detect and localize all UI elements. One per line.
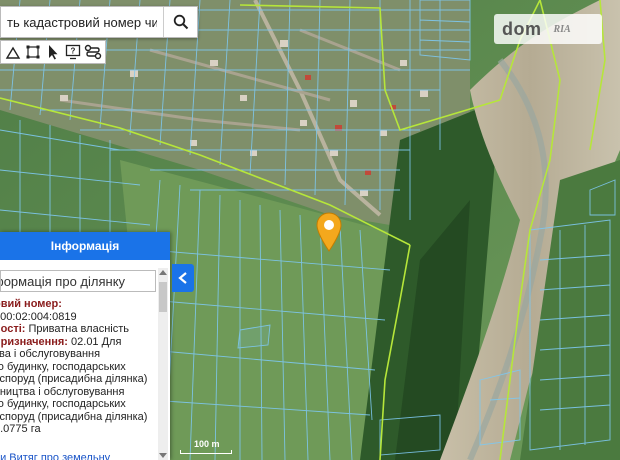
- parcel-attribute-row: і споруд (присадибна ділянка): [0, 373, 156, 386]
- location-marker-icon[interactable]: [316, 212, 342, 252]
- parcel-attribute-row: ності: Приватна власність: [0, 323, 156, 336]
- info-panel: Інформація формація про ділянку овий ном…: [0, 232, 170, 460]
- ruler-tool[interactable]: [3, 42, 23, 62]
- chevron-left-icon: [178, 272, 187, 284]
- cursor-icon: [49, 45, 58, 60]
- parcel-attributes: овий номер:800:02:004:0819ності: Приватн…: [0, 298, 156, 436]
- parcel-attribute-row: овий номер:: [0, 298, 156, 311]
- scroll-up-arrow-icon[interactable]: [159, 270, 167, 275]
- attribute-value: 0.0775 га: [0, 423, 41, 435]
- parcel-attribute-row: призначення: 02.01 Для: [0, 336, 156, 349]
- cursor-tool[interactable]: [43, 42, 63, 62]
- search-input[interactable]: [1, 7, 163, 37]
- attribute-value: го будинку, господарських: [0, 398, 126, 410]
- attribute-value: і споруд (присадибна ділянка): [0, 373, 148, 385]
- attribute-value: 02.01 Для: [67, 335, 122, 348]
- info-monitor-icon: ?: [65, 44, 81, 60]
- scroll-thumb[interactable]: [159, 282, 167, 312]
- polygon-select-tool[interactable]: [23, 42, 43, 62]
- polygon-select-icon: [26, 45, 40, 59]
- svg-text:?: ?: [71, 47, 76, 56]
- magnifier-icon: [173, 14, 188, 30]
- cadastral-search: [0, 6, 198, 38]
- parcel-info-title: формація про ділянку: [0, 270, 156, 292]
- attribute-value: 800:02:004:0819: [0, 310, 77, 323]
- scroll-down-arrow-icon[interactable]: [159, 453, 167, 458]
- attribute-value: тва і обслуговування: [0, 348, 101, 360]
- parcel-attribute-row: і споруд (присадибна ділянка): [0, 411, 156, 424]
- logo-brand: dom: [502, 18, 542, 39]
- parcel-attribute-row: тва і обслуговування: [0, 348, 156, 361]
- attribute-value: Приватна власність: [25, 323, 129, 335]
- info-panel-body: формація про ділянку овий номер: 800:02:0…: [0, 262, 156, 460]
- extract-link[interactable]: ни Витяг про земельну: [0, 452, 156, 460]
- parcel-attribute-row: го будинку, господарських: [0, 361, 156, 374]
- info-panel-scrollbar[interactable]: [158, 268, 168, 460]
- parcel-attribute-row: 800:02:004:0819: [0, 311, 156, 324]
- parcel-attribute-row: го будинку, господарських: [0, 398, 156, 411]
- map-toolbar: ?: [0, 40, 106, 64]
- parcel-attribute-row: вництва і обслуговування: [0, 386, 156, 399]
- attribute-label: призначення:: [0, 335, 68, 348]
- attribute-label: овий номер:: [0, 298, 62, 310]
- route-tool[interactable]: [83, 42, 103, 62]
- scale-label: 100 m: [194, 439, 220, 449]
- search-button[interactable]: [163, 7, 197, 37]
- dom-ria-logo[interactable]: dom RIA: [494, 14, 602, 44]
- collapse-panel-button[interactable]: [172, 264, 194, 292]
- parcel-attribute-row: 0.0775 га: [0, 423, 156, 436]
- route-icon: [84, 44, 102, 60]
- attribute-label: ності:: [0, 323, 26, 335]
- info-tool[interactable]: ?: [63, 42, 83, 62]
- attribute-value: і споруд (присадибна ділянка): [0, 410, 148, 423]
- attribute-value: вництва і обслуговування: [0, 385, 125, 398]
- scale-bar: [180, 450, 232, 454]
- attribute-value: го будинку, господарських: [0, 360, 126, 373]
- logo-suffix: RIA: [553, 23, 571, 35]
- info-panel-header: Інформація: [0, 232, 170, 260]
- ruler-icon: [5, 46, 21, 59]
- map-scale: 100 m: [180, 439, 232, 454]
